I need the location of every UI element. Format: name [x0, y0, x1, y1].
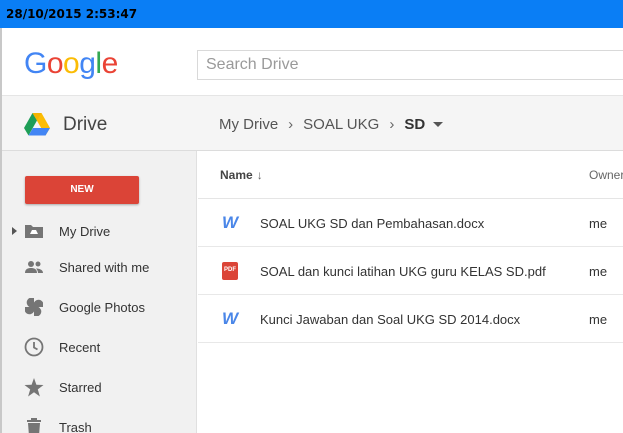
clock-icon [24, 337, 44, 357]
sidebar-item-shared[interactable]: Shared with me [2, 249, 197, 285]
sidebar-item-label: Google Photos [59, 299, 146, 315]
file-owner: me [589, 216, 608, 231]
star-icon [24, 377, 44, 397]
sidebar-item-label: Trash [59, 419, 92, 433]
breadcrumb-soal-ukg[interactable]: SOAL UKG [303, 116, 379, 133]
file-row[interactable]: W SOAL UKG SD dan Pembahasan.docx me [198, 199, 623, 247]
chevron-right-icon: › [288, 116, 294, 133]
file-list-header: Name ↓ Owner [198, 151, 623, 199]
logo-letter: o [63, 47, 80, 80]
search-input[interactable] [198, 51, 623, 79]
search-box[interactable] [197, 50, 623, 80]
title-bar: 28/10/2015 2:53:47 [0, 0, 623, 28]
sidebar-item-label: My Drive [59, 223, 111, 239]
name-column-label: Name [220, 168, 253, 182]
expand-arrow-icon[interactable] [12, 227, 17, 235]
word-icon: W [222, 309, 239, 328]
sort-arrow-icon[interactable]: ↓ [257, 168, 263, 182]
file-row[interactable]: PDF SOAL dan kunci latihan UKG guru KELA… [198, 247, 623, 295]
file-name[interactable]: SOAL UKG SD dan Pembahasan.docx [260, 216, 484, 231]
sidebar-item-google-photos[interactable]: Google Photos [2, 289, 197, 325]
chevron-right-icon: › [389, 116, 395, 133]
logo-letter: G [24, 47, 47, 80]
drive-logo-icon[interactable] [24, 112, 50, 136]
logo-letter: e [101, 47, 119, 80]
browser-frame: Google Drive My Drive › SOAL UKG › SD NE… [0, 28, 623, 433]
owner-column-header[interactable]: Owner [589, 168, 623, 182]
file-owner: me [589, 312, 608, 327]
breadcrumb-current-folder[interactable]: SD [404, 116, 425, 133]
file-row[interactable]: W Kunci Jawaban dan Soal UKG SD 2014.doc… [198, 295, 623, 343]
sidebar-item-recent[interactable]: Recent [2, 329, 197, 365]
app-title: Drive [63, 114, 108, 135]
new-button[interactable]: NEW [25, 176, 139, 204]
my-drive-icon [24, 221, 44, 241]
sidebar-item-label: Shared with me [59, 259, 150, 275]
drive-toolbar: Drive My Drive › SOAL UKG › SD [2, 95, 623, 151]
file-owner: me [589, 264, 608, 279]
breadcrumb-my-drive[interactable]: My Drive [219, 116, 278, 133]
logo-letter: o [46, 47, 64, 80]
sidebar-item-label: Starred [59, 379, 102, 395]
file-name[interactable]: Kunci Jawaban dan Soal UKG SD 2014.docx [260, 312, 520, 327]
sidebar-item-label: Recent [59, 339, 101, 355]
sidebar-item-my-drive[interactable]: My Drive [2, 213, 197, 249]
word-icon: W [222, 213, 239, 232]
timestamp: 28/10/2015 2:53:47 [6, 7, 138, 21]
trash-icon [24, 417, 44, 433]
google-logo[interactable]: Google [24, 49, 118, 79]
sidebar-item-trash[interactable]: Trash [2, 409, 197, 433]
breadcrumb: My Drive › SOAL UKG › SD [219, 116, 444, 133]
logo-letter: g [79, 47, 96, 80]
file-list: Name ↓ Owner W SOAL UKG SD dan Pembahasan… [198, 151, 623, 433]
pdf-icon: PDF [222, 262, 238, 280]
file-name[interactable]: SOAL dan kunci latihan UKG guru KELAS SD… [260, 264, 546, 279]
name-column-header[interactable]: Name ↓ [220, 168, 263, 182]
caret-down-icon[interactable] [433, 122, 444, 127]
sidebar: NEW My Drive Shared with me Google Photo… [2, 151, 197, 433]
sidebar-item-starred[interactable]: Starred [2, 369, 197, 405]
photos-icon [24, 297, 44, 317]
shared-icon [24, 257, 44, 277]
